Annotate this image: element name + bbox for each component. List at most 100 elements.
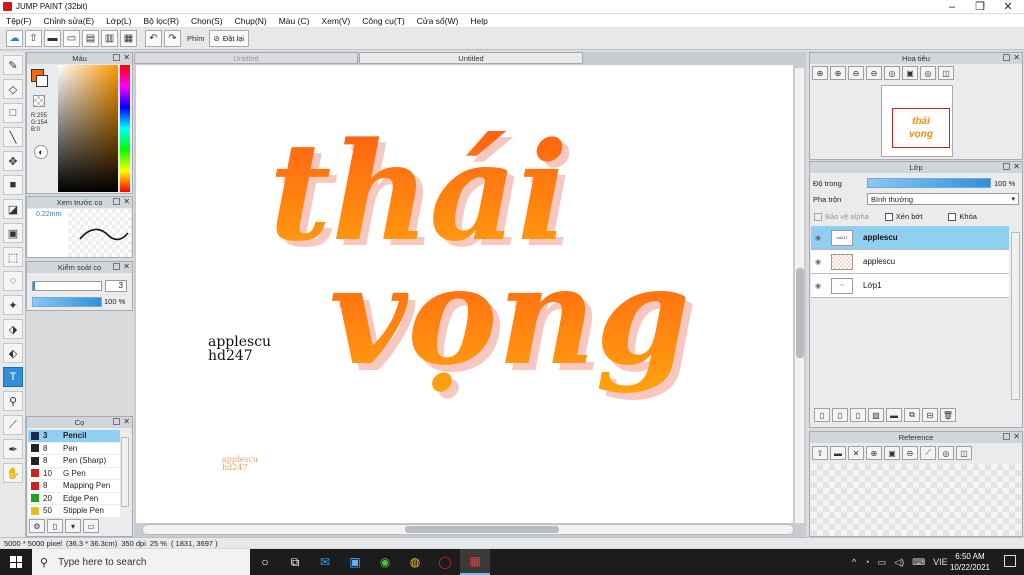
close-panel-icon[interactable]: ✕ — [1013, 162, 1020, 171]
menu-capture[interactable]: Chụp(N) — [235, 16, 267, 26]
menu-window[interactable]: Cửa sổ(W) — [417, 16, 459, 26]
zoom-in-icon[interactable]: ⊕ — [866, 446, 882, 460]
new-brush-icon[interactable]: ▯ — [47, 519, 63, 533]
bucket-tool-icon[interactable]: ◪ — [3, 199, 23, 219]
lock-checkbox[interactable] — [948, 212, 957, 221]
reference-area[interactable] — [811, 464, 1021, 536]
select-eraser-tool-icon[interactable]: ⬖ — [3, 343, 23, 363]
menu-view[interactable]: Xem(V) — [321, 16, 350, 26]
opera-icon[interactable]: ◯ — [430, 549, 460, 575]
drawing-canvas[interactable]: thái thái vọng vọng applescu hd247 apple… — [136, 65, 793, 523]
pen-tool-icon[interactable]: ✒ — [3, 439, 23, 459]
transparent-swatch[interactable] — [33, 95, 45, 107]
tone-layer-icon[interactable]: ▨ — [868, 408, 884, 422]
start-button[interactable] — [0, 549, 32, 575]
popout-icon[interactable] — [1003, 163, 1010, 170]
select-rect-tool-icon[interactable]: ⬚ — [3, 247, 23, 267]
close-panel-icon[interactable]: ✕ — [123, 197, 130, 206]
size-input[interactable]: 3 — [105, 280, 127, 292]
network-icon[interactable]: ◔ — [864, 557, 869, 567]
hand-tool-icon[interactable]: ✋ — [3, 463, 23, 483]
store-icon[interactable]: ▣ — [340, 549, 370, 575]
taskbar-search[interactable]: ⚲ Type here to search — [32, 549, 250, 575]
close-icon[interactable]: ✕ — [848, 446, 864, 460]
rectangle-tool-icon[interactable]: □ — [3, 103, 23, 123]
opacity-slider[interactable] — [32, 297, 102, 307]
vertical-scrollbar[interactable] — [794, 68, 804, 523]
trash-icon[interactable]: 🗑 — [940, 408, 956, 422]
brush-copy-icon[interactable]: ▭ — [83, 519, 99, 533]
brush-item-stipple-pen[interactable]: 50 Stipple Pen — [28, 505, 120, 518]
brush-item-pen-sharp[interactable]: 8 Pen (Sharp) — [28, 455, 120, 468]
zoom-out-icon[interactable]: ⊖ — [848, 66, 864, 80]
layer-list-scrollbar[interactable] — [1011, 232, 1020, 400]
notification-icon[interactable] — [1004, 555, 1016, 567]
popout-icon[interactable] — [1003, 433, 1010, 440]
chevron-up-icon[interactable]: ^ — [852, 557, 856, 567]
close-panel-icon[interactable]: ✕ — [1013, 432, 1020, 441]
volume-icon[interactable]: ◁) — [894, 557, 904, 568]
cortana-icon[interactable]: ○ — [250, 549, 280, 575]
navigator-viewport-rect[interactable]: thái vọng — [892, 108, 950, 148]
language-indicator[interactable]: VIE — [933, 557, 948, 567]
line-tool-icon[interactable]: ╲ — [3, 127, 23, 147]
upload-icon[interactable]: ⇧ — [25, 30, 42, 47]
menu-layer[interactable]: Lớp(L) — [106, 16, 131, 26]
brush-item-mapping-pen[interactable]: 8 Mapping Pen — [28, 480, 120, 493]
zoom-in-2-icon[interactable]: ⊕ — [830, 66, 846, 80]
brush-settings-icon[interactable]: ⚙ — [29, 519, 45, 533]
navigator-preview[interactable]: thái vọng — [881, 85, 953, 157]
popout-icon[interactable] — [113, 418, 120, 425]
popout-icon[interactable] — [113, 198, 120, 205]
horizontal-scrollbar[interactable] — [142, 524, 794, 535]
new-layer-2-icon[interactable]: ▯ — [832, 408, 848, 422]
reset-button[interactable]: ⊘ Đặt lại — [208, 30, 250, 47]
new-layer-3-icon[interactable]: ▯ — [850, 408, 866, 422]
menu-help[interactable]: Help — [470, 16, 487, 26]
zoom-in-icon[interactable]: ⊕ — [812, 66, 828, 80]
protect-alpha-checkbox[interactable] — [814, 212, 822, 221]
popout-icon[interactable] — [1003, 54, 1010, 61]
cloud-icon[interactable]: ☁ — [6, 30, 23, 47]
chrome-icon[interactable]: ◍ — [400, 549, 430, 575]
brush-menu-icon[interactable]: ▾ — [65, 519, 81, 533]
operation-tool-icon[interactable]: ⚲ — [3, 391, 23, 411]
lasso-tool-icon[interactable]: ◌ — [3, 271, 23, 291]
upload-icon[interactable]: ⇧ — [812, 446, 828, 460]
palette-icon[interactable]: ◐ — [34, 145, 48, 159]
brush-item-g-pen[interactable]: 10 G Pen — [28, 467, 120, 480]
brush-list-scrollbar[interactable] — [121, 437, 129, 507]
merge-layer-icon[interactable]: ⊟ — [922, 408, 938, 422]
flip-icon[interactable]: ◫ — [938, 66, 954, 80]
close-panel-icon[interactable]: ✕ — [123, 417, 130, 426]
menu-color[interactable]: Màu (C) — [279, 16, 310, 26]
menu-filter[interactable]: Bộ lọc(R) — [144, 16, 179, 26]
brush-tool-icon[interactable]: ✎ — [3, 55, 23, 75]
brush-item-pen[interactable]: 8 Pen — [28, 442, 120, 455]
rotate-reset-icon[interactable]: ◎ — [920, 66, 936, 80]
tab-untitled-2[interactable]: Untitled — [359, 52, 583, 64]
tab-untitled-1[interactable]: Untitled — [134, 52, 358, 64]
select-pen-tool-icon[interactable]: ⬗ — [3, 319, 23, 339]
flip-icon[interactable]: ◫ — [956, 446, 972, 460]
jump-paint-taskbar-icon[interactable]: ▦ — [460, 549, 490, 575]
popout-icon[interactable] — [113, 54, 120, 61]
zoom-out-2-icon[interactable]: ⊖ — [866, 66, 882, 80]
undo-icon[interactable]: ↶ — [145, 30, 162, 47]
keyboard-icon[interactable]: ⌨ — [912, 557, 925, 568]
popout-icon[interactable] — [113, 263, 120, 270]
folder-icon[interactable]: ▬ — [886, 408, 902, 422]
folder-open-icon[interactable]: ▬ — [830, 446, 846, 460]
fit-icon[interactable]: ▣ — [902, 66, 918, 80]
redo-icon[interactable]: ↷ — [164, 30, 181, 47]
clock[interactable]: 6:50 AM 10/22/2021 — [950, 551, 990, 573]
menu-edit[interactable]: Chỉnh sửa(E) — [44, 16, 95, 26]
fill-rect-tool-icon[interactable]: ■ — [3, 175, 23, 195]
visibility-icon[interactable]: ◉ — [815, 282, 825, 290]
vertical-scroll-thumb[interactable] — [796, 268, 804, 358]
page-icon[interactable]: ▤ — [82, 30, 99, 47]
eyedropper-icon[interactable]: ⟋ — [920, 446, 936, 460]
brush-item-pencil[interactable]: 3 Pencil — [28, 430, 120, 443]
layer-opacity-slider[interactable] — [867, 178, 991, 188]
close-panel-icon[interactable]: ✕ — [123, 53, 130, 62]
